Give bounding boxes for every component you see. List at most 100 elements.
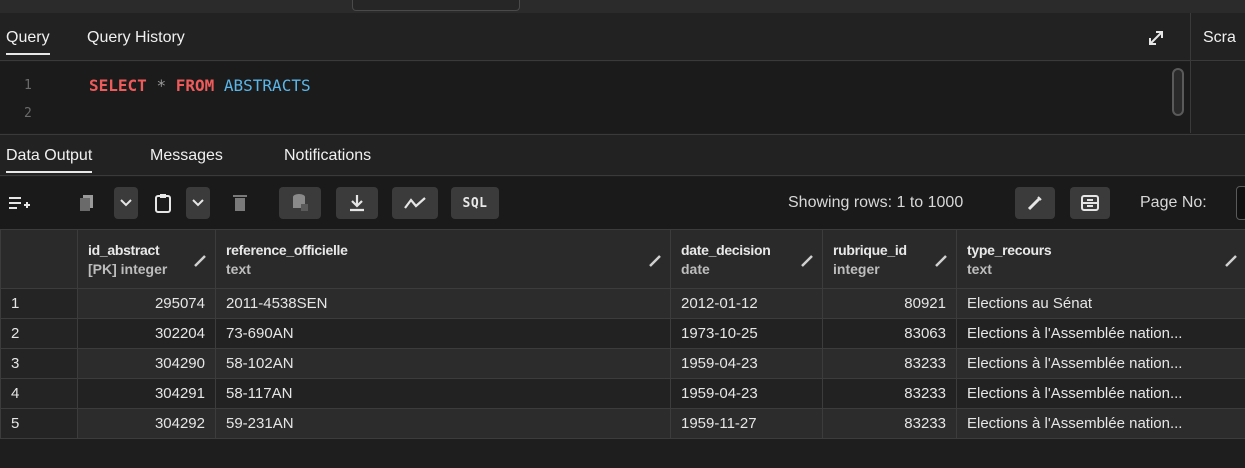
cell-reference-officielle[interactable]: 59-231AN [215,408,671,439]
row-number[interactable]: 2 [0,318,78,349]
line-chart-icon [403,195,427,211]
cell-type-recours[interactable]: Elections à l'Assemblée nation... [956,318,1245,349]
cell-type-recours[interactable]: Elections au Sénat [956,288,1245,319]
row-number[interactable]: 4 [0,378,78,409]
row-number[interactable]: 1 [0,288,78,319]
column-name: type_recours [967,241,1052,258]
paste-options-button[interactable] [186,187,210,219]
data-toolbar: SQL Showing rows: 1 to 1000 Page No: [0,177,1245,229]
edit-column-icon[interactable] [934,254,948,268]
tab-scratch-pad[interactable]: Scra [1203,29,1236,47]
edit-column-icon[interactable] [1224,254,1238,268]
tab-handle[interactable] [352,0,520,11]
cell-date-decision[interactable]: 2012-01-12 [670,288,823,319]
trash-icon [233,194,247,212]
cell-type-recours[interactable]: Elections à l'Assemblée nation... [956,408,1245,439]
cell-rubrique-id[interactable]: 83233 [822,378,957,409]
cell-date-decision[interactable]: 1959-04-23 [670,378,823,409]
column-type: text [967,260,992,277]
cell-rubrique-id[interactable]: 83233 [822,348,957,379]
window-top-strip [0,0,1245,13]
data-grid: id_abstract [PK] integer reference_offic… [0,229,1245,439]
scratch-pad-pane[interactable] [1191,62,1245,133]
row-number[interactable]: 5 [0,408,78,439]
column-name: reference_officielle [226,241,348,258]
column-header-rubrique-id[interactable]: rubrique_id integer [822,229,957,289]
tab-query-history[interactable]: Query History [87,29,185,47]
add-row-button[interactable] [0,187,38,219]
column-type: date [681,260,710,277]
cell-reference-officielle[interactable]: 58-102AN [215,348,671,379]
cell-id-abstract[interactable]: 304292 [77,408,216,439]
page-size-button[interactable] [1070,187,1110,219]
cell-id-abstract[interactable]: 304290 [77,348,216,379]
editor-scrollbar[interactable] [1172,68,1184,116]
download-icon [348,193,366,213]
delete-button[interactable] [222,187,258,219]
expand-icon[interactable] [1145,27,1167,49]
edit-column-icon[interactable] [193,254,207,268]
table-row[interactable]: 2 302204 73-690AN 1973-10-25 83063 Elect… [0,318,1245,349]
row-number-header[interactable] [0,229,78,289]
column-type: [PK] integer [88,260,168,277]
line-gutter: 1 2 [0,62,76,133]
line-number: 2 [24,106,32,121]
column-header-type-recours[interactable]: type_recours text [956,229,1245,289]
cell-reference-officielle[interactable]: 58-117AN [215,378,671,409]
database-save-icon [291,193,309,213]
add-row-icon [7,194,31,212]
graph-visualiser-button[interactable] [392,187,438,219]
copy-button[interactable] [69,187,105,219]
sql-button[interactable]: SQL [451,187,499,219]
cell-date-decision[interactable]: 1959-11-27 [670,408,823,439]
column-name: date_decision [681,241,771,258]
table-row[interactable]: 4 304291 58-117AN 1959-04-23 83233 Elect… [0,378,1245,409]
edit-rows-button[interactable] [1015,187,1055,219]
copy-options-button[interactable] [114,187,138,219]
line-number: 1 [24,78,32,93]
cell-rubrique-id[interactable]: 80921 [822,288,957,319]
clipboard-icon [154,193,172,213]
page-no-label: Page No: [1140,194,1207,211]
column-type: integer [833,260,880,277]
cell-date-decision[interactable]: 1973-10-25 [670,318,823,349]
paste-button[interactable] [146,187,180,219]
save-data-button[interactable] [279,187,321,219]
cell-rubrique-id[interactable]: 83233 [822,408,957,439]
cell-type-recours[interactable]: Elections à l'Assemblée nation... [956,378,1245,409]
table-row[interactable]: 5 304292 59-231AN 1959-11-27 83233 Elect… [0,408,1245,439]
edit-column-icon[interactable] [800,254,814,268]
table-row[interactable]: 1 295074 2011-4538SEN 2012-01-12 80921 E… [0,288,1245,319]
cell-id-abstract[interactable]: 304291 [77,378,216,409]
cell-reference-officielle[interactable]: 73-690AN [215,318,671,349]
query-header: Query Query History Scra [0,13,1245,61]
row-number[interactable]: 3 [0,348,78,379]
cell-id-abstract[interactable]: 295074 [77,288,216,319]
tab-notifications[interactable]: Notifications [284,147,371,165]
column-header-date-decision[interactable]: date_decision date [670,229,823,289]
download-button[interactable] [336,187,378,219]
tab-query[interactable]: Query [6,29,50,55]
copy-icon [78,193,96,213]
cell-rubrique-id[interactable]: 83063 [822,318,957,349]
cell-reference-officielle[interactable]: 2011-4538SEN [215,288,671,319]
column-header-reference-officielle[interactable]: reference_officielle text [215,229,671,289]
cell-id-abstract[interactable]: 302204 [77,318,216,349]
sql-keyword: FROM [175,76,215,95]
cell-type-recours[interactable]: Elections à l'Assemblée nation... [956,348,1245,379]
edit-column-icon[interactable] [648,254,662,268]
column-name: rubrique_id [833,241,907,258]
sql-code-line[interactable]: SELECT * FROM ABSTRACTS [89,76,311,95]
column-header-id-abstract[interactable]: id_abstract [PK] integer [77,229,216,289]
page-number-input[interactable] [1236,186,1245,220]
chevron-down-icon [119,198,133,208]
showing-rows-label: Showing rows: 1 to 1000 [788,194,964,211]
tab-data-output[interactable]: Data Output [6,147,93,173]
sql-editor[interactable]: 1 2 SELECT * FROM ABSTRACTS [0,62,1190,133]
sql-button-label: SQL [462,195,488,211]
cell-date-decision[interactable]: 1959-04-23 [670,348,823,379]
chevron-down-icon [191,198,205,208]
table-row[interactable]: 3 304290 58-102AN 1959-04-23 83233 Elect… [0,348,1245,379]
pencil-icon [1026,194,1044,212]
tab-messages[interactable]: Messages [150,147,223,165]
